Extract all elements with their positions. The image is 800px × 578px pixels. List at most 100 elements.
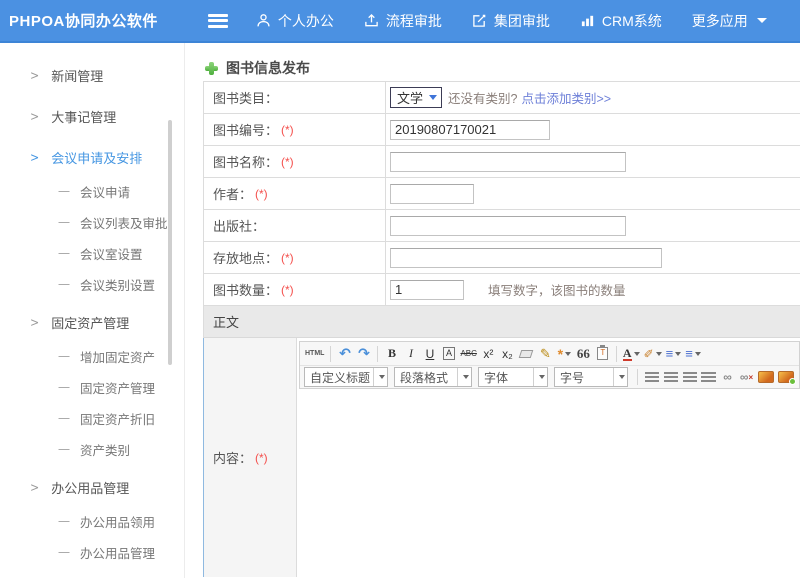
publisher-input[interactable] bbox=[390, 216, 626, 236]
sidebar-item-label: 会议室设置 bbox=[80, 244, 143, 263]
insert-link-icon[interactable]: ∞ bbox=[719, 368, 736, 386]
sidebar-group-0[interactable]: >新闻管理 bbox=[0, 57, 184, 94]
category-select[interactable]: 文学 bbox=[390, 87, 442, 108]
sidebar-item-4-2[interactable]: 一办公用品采购 bbox=[0, 568, 184, 578]
chevron-right-icon: > bbox=[30, 109, 39, 124]
superscript-icon[interactable]: x² bbox=[480, 345, 497, 363]
paste-icon[interactable] bbox=[597, 347, 608, 360]
sidebar-item-2-0[interactable]: 一会议申请 bbox=[0, 176, 184, 207]
add-plus-icon bbox=[205, 62, 218, 75]
eraser-icon[interactable] bbox=[519, 350, 534, 358]
strikethrough-icon[interactable]: ABC bbox=[459, 345, 477, 363]
format-painter-icon[interactable]: * bbox=[556, 345, 573, 363]
form-row-location: 存放地点：(*) bbox=[204, 242, 800, 274]
rich-text-editor: HTML ↶ ↷ B I U A ABC x² x₂ ✎ bbox=[297, 338, 800, 577]
dash-icon: 一 bbox=[58, 441, 70, 458]
sidebar-item-4-1[interactable]: 一办公用品管理 bbox=[0, 537, 184, 568]
quantity-input[interactable] bbox=[390, 280, 464, 300]
form-row-book-name: 图书名称：(*) bbox=[204, 146, 800, 178]
font-color-icon[interactable]: A bbox=[622, 345, 641, 363]
sidebar-item-2-1[interactable]: 一会议列表及审批 bbox=[0, 207, 184, 238]
insert-image-icon[interactable] bbox=[777, 368, 795, 386]
sidebar-item-label: 增加固定资产 bbox=[80, 347, 155, 366]
nav-label: 流程审批 bbox=[386, 11, 442, 31]
sidebar-item-label: 办公用品采购 bbox=[80, 574, 155, 578]
subscript-icon[interactable]: x₂ bbox=[499, 345, 516, 363]
publisher-field bbox=[386, 210, 800, 241]
font-family-select[interactable]: 字体 bbox=[478, 367, 548, 387]
content-label: 内容：(*) bbox=[204, 338, 297, 577]
sidebar-item-label: 办公用品管理 bbox=[80, 543, 155, 562]
align-left-icon[interactable] bbox=[643, 368, 660, 386]
sidebar-item-3-3[interactable]: 一资产类别 bbox=[0, 434, 184, 465]
nav-process-approval[interactable]: 流程审批 bbox=[364, 11, 442, 31]
hamburger-menu-icon[interactable] bbox=[208, 14, 228, 28]
sidebar-item-label: 固定资产折旧 bbox=[80, 409, 155, 428]
dash-icon: 一 bbox=[58, 214, 70, 231]
sidebar-group-2[interactable]: > 会议申请及安排 bbox=[0, 139, 184, 176]
sidebar-item-3-2[interactable]: 一固定资产折旧 bbox=[0, 403, 184, 434]
heading-select[interactable]: 自定义标题 bbox=[304, 367, 388, 387]
crm-icon bbox=[580, 13, 595, 28]
align-right-icon[interactable] bbox=[681, 368, 698, 386]
dash-icon: 一 bbox=[58, 276, 70, 293]
book-name-label: 图书名称：(*) bbox=[204, 146, 386, 177]
paragraph-format-select[interactable]: 段落格式 bbox=[394, 367, 472, 387]
sidebar-item-2-2[interactable]: 一会议室设置 bbox=[0, 238, 184, 269]
undo-icon[interactable]: ↶ bbox=[336, 345, 353, 363]
clear-format-icon[interactable]: ✎ bbox=[537, 345, 554, 363]
location-input[interactable] bbox=[390, 248, 662, 268]
sidebar-group-3[interactable]: >固定资产管理 bbox=[0, 304, 184, 341]
nav-personal-office[interactable]: 个人办公 bbox=[256, 11, 334, 31]
sidebar-item-label: 资产类别 bbox=[80, 440, 130, 459]
add-category-link[interactable]: 点击添加类别>> bbox=[521, 88, 611, 107]
app-window: PHPOA协同办公软件 个人办公 流程审批 集团审批 bbox=[0, 0, 800, 578]
required-mark: (*) bbox=[281, 283, 294, 297]
underline-icon[interactable]: U bbox=[421, 345, 438, 363]
dash-icon: 一 bbox=[58, 245, 70, 262]
publisher-label: 出版社： bbox=[204, 210, 386, 241]
align-justify-icon[interactable] bbox=[700, 368, 717, 386]
border-text-icon[interactable]: A bbox=[443, 347, 455, 360]
nav-label: 个人办公 bbox=[278, 11, 334, 31]
font-size-select[interactable]: 字号 bbox=[554, 367, 628, 387]
sidebar-nav: >新闻管理>大事记管理>会议申请及安排一会议申请一会议列表及审批一会议室设置一会… bbox=[0, 57, 184, 578]
sidebar-item-4-0[interactable]: 一办公用品领用 bbox=[0, 506, 184, 537]
html-source-button[interactable]: HTML bbox=[304, 345, 325, 363]
nav-crm-system[interactable]: CRM系统 bbox=[580, 11, 662, 31]
italic-icon[interactable]: I bbox=[402, 345, 419, 363]
author-input[interactable] bbox=[390, 184, 474, 204]
sidebar-item-2-3[interactable]: 一会议类别设置 bbox=[0, 269, 184, 300]
quantity-field: 填写数字，该图书的数量 bbox=[386, 274, 800, 305]
sidebar-item-3-1[interactable]: 一固定资产管理 bbox=[0, 372, 184, 403]
sidebar-group-1[interactable]: > 大事记管理 bbox=[0, 98, 184, 135]
category-label: 图书类目： bbox=[204, 82, 386, 113]
user-icon bbox=[256, 13, 271, 28]
book-name-field bbox=[386, 146, 800, 177]
highlight-icon[interactable]: ✐ bbox=[643, 345, 663, 363]
sidebar-group-label: 大事记管理 bbox=[51, 107, 116, 126]
nav-group-approval[interactable]: 集团审批 bbox=[472, 11, 550, 31]
nav-label: 更多应用 bbox=[692, 11, 748, 31]
ordered-list-icon[interactable]: ≡ bbox=[665, 345, 683, 363]
nav-more-apps[interactable]: 更多应用 bbox=[692, 11, 767, 31]
blockquote-icon[interactable]: 66 bbox=[575, 345, 592, 363]
location-label: 存放地点：(*) bbox=[204, 242, 386, 273]
unordered-list-icon[interactable]: ≡ bbox=[684, 345, 702, 363]
redo-icon[interactable]: ↷ bbox=[355, 345, 372, 363]
main-content: 图书信息发布 图书类目： 文学 还没有类别? 点击添加类别>> bbox=[185, 43, 800, 578]
book-name-input[interactable] bbox=[390, 152, 626, 172]
align-center-icon[interactable] bbox=[662, 368, 679, 386]
unlink-icon[interactable]: ∞× bbox=[738, 368, 755, 386]
sidebar-group-label: 会议申请及安排 bbox=[51, 148, 142, 167]
book-no-field bbox=[386, 114, 800, 145]
chevron-right-icon: > bbox=[30, 150, 39, 165]
editor-content-area[interactable] bbox=[299, 389, 800, 575]
sidebar-group-4[interactable]: >办公用品管理 bbox=[0, 469, 184, 506]
image-icon[interactable] bbox=[757, 368, 775, 386]
sidebar-item-3-0[interactable]: 一增加固定资产 bbox=[0, 341, 184, 372]
form-row-content: 内容：(*) HTML ↶ ↷ B I U A ABC x² bbox=[203, 338, 800, 577]
book-no-input[interactable] bbox=[390, 120, 550, 140]
sidebar-scrollbar[interactable] bbox=[168, 120, 172, 365]
bold-icon[interactable]: B bbox=[383, 345, 400, 363]
